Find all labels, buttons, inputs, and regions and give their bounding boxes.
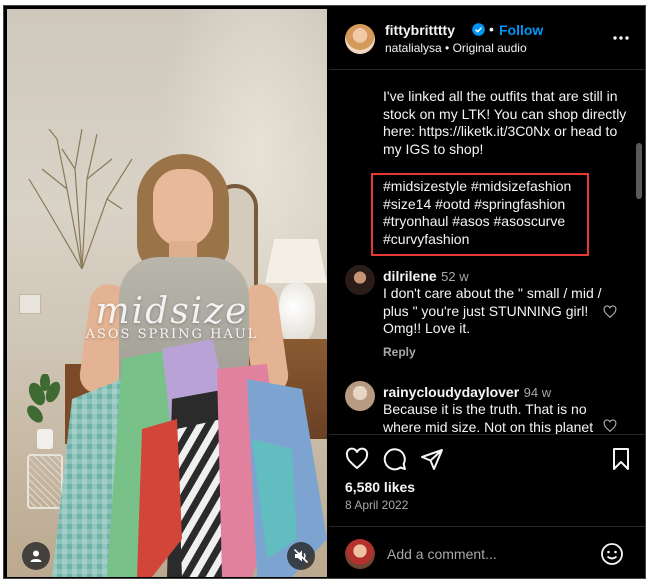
armful-of-clothes — [52, 339, 327, 577]
smiley-icon[interactable] — [600, 542, 624, 566]
add-comment-bar — [329, 526, 645, 578]
audio-attribution[interactable]: natalialysa • Original audio — [385, 41, 527, 55]
mute-toggle-button[interactable] — [287, 542, 315, 570]
heart-icon[interactable] — [345, 447, 369, 471]
dried-branches — [28, 129, 133, 269]
video-overlay-title: midsize — [95, 291, 249, 332]
comments-list[interactable]: I've linked all the outfits that are sti… — [329, 71, 645, 434]
likes-count[interactable]: 6,580 likes — [345, 479, 415, 495]
post-caption: I've linked all the outfits that are sti… — [383, 88, 627, 157]
commenter-avatar[interactable] — [345, 265, 375, 295]
comments-scrollbar[interactable] — [636, 143, 642, 199]
hashtags-highlight[interactable]: #midsizestyle #midsizefashion #size14 #o… — [371, 173, 589, 256]
author-username[interactable]: fittybritttty — [385, 22, 455, 38]
comment-time: 52 w — [441, 269, 469, 284]
current-user-avatar — [345, 539, 375, 569]
verified-badge-icon — [472, 23, 485, 36]
user-tag-icon — [30, 550, 42, 562]
author-avatar[interactable] — [345, 24, 375, 54]
comment-username[interactable]: rainycloudydaylover — [383, 384, 519, 400]
heart-icon[interactable] — [603, 305, 617, 319]
post-actions: 6,580 likes 8 April 2022 — [329, 434, 645, 526]
comment-time: 94 w — [523, 385, 552, 400]
post-header: fittybritttty • Follow natalialysa • Ori… — [329, 6, 645, 70]
post-date: 8 April 2022 — [345, 498, 409, 512]
reply-button[interactable]: Reply — [383, 345, 416, 359]
muted-speaker-icon — [293, 548, 309, 564]
heart-icon[interactable] — [603, 419, 617, 433]
share-icon[interactable] — [420, 447, 444, 471]
user-tags-button[interactable] — [22, 542, 50, 570]
add-comment-input[interactable] — [387, 539, 587, 569]
commenter-avatar[interactable] — [345, 381, 375, 411]
comment-icon[interactable] — [383, 447, 407, 471]
video-overlay-subtitle: ASOS SPRING HAUL — [85, 327, 259, 342]
post-video[interactable]: midsize ASOS SPRING HAUL — [7, 9, 327, 577]
more-options-icon[interactable] — [612, 30, 630, 46]
lamp — [265, 239, 327, 283]
follow-button[interactable]: Follow — [499, 22, 543, 38]
comment-username[interactable]: dilrilene — [383, 268, 437, 284]
person-face — [153, 169, 213, 247]
comment-text: I don't care about the " small / mid / p… — [383, 285, 602, 336]
instagram-post-modal: midsize ASOS SPRING HAUL fittybritttty • — [3, 5, 646, 579]
header-separator: • — [489, 21, 494, 37]
bookmark-icon[interactable] — [609, 447, 633, 471]
post-details-panel: fittybritttty • Follow natalialysa • Ori… — [329, 6, 645, 578]
comment-text: Because it is the truth. That is no wher… — [383, 401, 594, 434]
